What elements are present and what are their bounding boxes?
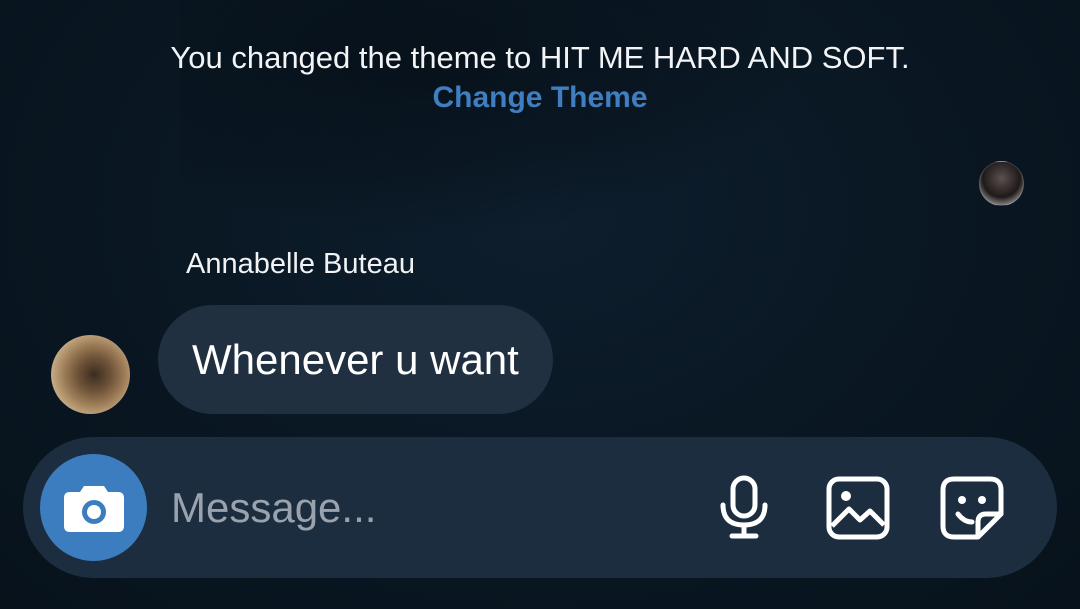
message-input[interactable]: [171, 472, 671, 544]
camera-button[interactable]: [40, 454, 147, 561]
gallery-icon: [826, 476, 890, 540]
message-composer: [23, 437, 1057, 578]
camera-icon: [63, 485, 124, 532]
theme-background-art: [180, 0, 800, 240]
theme-change-notice: You changed the theme to HIT ME HARD AND…: [170, 40, 910, 75]
message-bubble[interactable]: Whenever u want: [158, 305, 553, 414]
seen-by-avatar[interactable]: [979, 161, 1024, 206]
change-theme-link[interactable]: Change Theme: [432, 81, 647, 114]
gallery-button[interactable]: [825, 475, 891, 541]
message-text: Whenever u want: [192, 335, 519, 383]
sender-name: Annabelle Buteau: [186, 248, 415, 280]
change-theme-row: Change Theme: [0, 81, 1080, 115]
microphone-button[interactable]: [711, 475, 777, 541]
microphone-icon: [720, 475, 768, 539]
sticker-icon: [940, 476, 1004, 540]
sender-avatar[interactable]: [51, 335, 130, 414]
sticker-button[interactable]: [939, 475, 1005, 541]
